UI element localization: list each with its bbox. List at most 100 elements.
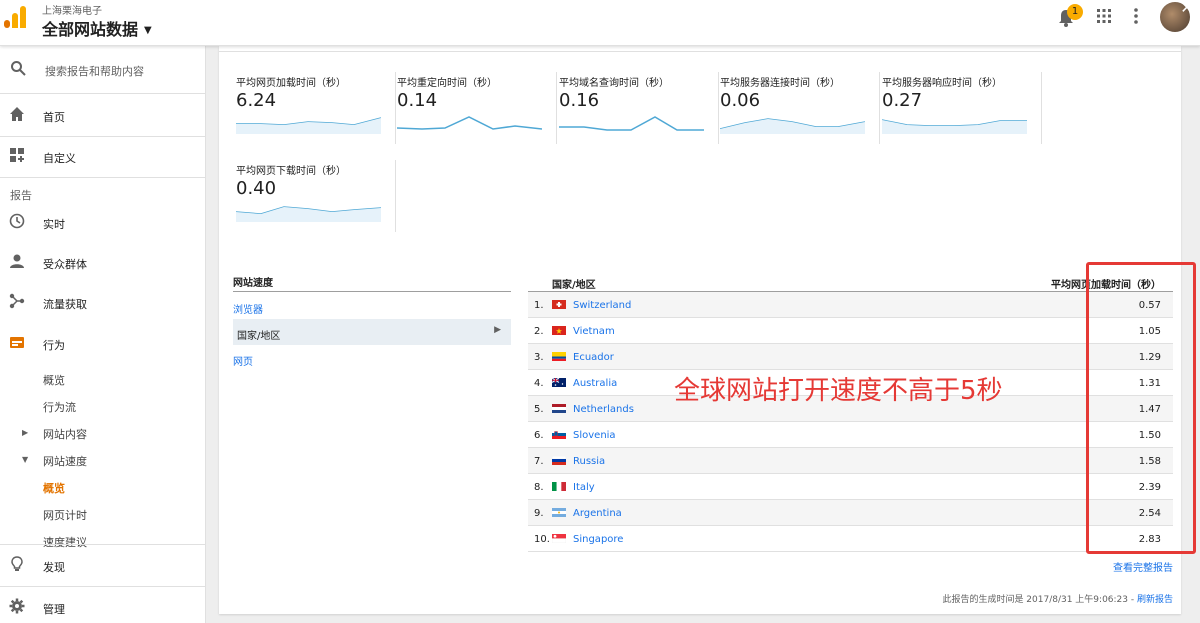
apps-grid-icon[interactable] bbox=[1092, 8, 1116, 29]
sidebar-sub-behavior-overview[interactable]: 概览 bbox=[43, 372, 65, 388]
dimension-label: 国家/地区 bbox=[237, 331, 281, 342]
metric-label: 平均服务器响应时间（秒） bbox=[882, 78, 1002, 89]
country-link[interactable]: Italy bbox=[573, 482, 595, 493]
metric-avg-page-load[interactable]: 平均网页加载时间（秒） 6.24 bbox=[236, 72, 396, 144]
sidebar-sub-behavior-flow[interactable]: 行为流 bbox=[43, 399, 76, 415]
country-link[interactable]: Switzerland bbox=[573, 300, 631, 311]
metric-value: 0.06 bbox=[720, 90, 761, 111]
sidebar-item-acquisition[interactable]: 流量获取 bbox=[0, 283, 206, 323]
close-icon[interactable]: ✕ bbox=[1176, 0, 1198, 20]
country-link[interactable]: Singapore bbox=[573, 534, 623, 545]
row-rank: 1. bbox=[534, 300, 544, 311]
row-rank: 2. bbox=[534, 326, 544, 337]
property-name: 全部网站数据 bbox=[42, 20, 139, 39]
generated-time-text: 此报告的生成时间是 2017/8/31 上午9:06:23 - bbox=[942, 595, 1137, 605]
argentina-flag-icon bbox=[552, 508, 566, 517]
metric-sparkline bbox=[236, 117, 381, 134]
sidebar-divider bbox=[0, 586, 206, 587]
sidebar-sub-page-timings[interactable]: 网页计时 bbox=[43, 507, 87, 523]
sidebar-item-label: 管理 bbox=[43, 603, 65, 616]
row-rank: 3. bbox=[534, 352, 544, 363]
sidebar-item-behavior[interactable]: 行为 bbox=[0, 324, 206, 364]
sidebar-sub-speed-overview[interactable]: 概览 bbox=[43, 480, 65, 496]
metric-avg-server-connect[interactable]: 平均服务器连接时间（秒） 0.06 bbox=[720, 72, 880, 144]
country-link[interactable]: Australia bbox=[573, 378, 617, 389]
dashboard-icon bbox=[8, 147, 26, 165]
sidebar-item-audience[interactable]: 受众群体 bbox=[0, 243, 206, 283]
sidebar-item-discover[interactable]: 发现 bbox=[0, 546, 206, 586]
country-link[interactable]: Slovenia bbox=[573, 430, 616, 441]
sidebar-divider bbox=[0, 177, 206, 178]
metric-avg-server-response[interactable]: 平均服务器响应时间（秒） 0.27 bbox=[882, 72, 1042, 144]
country-table-header: 国家/地区 平均网页加载时间（秒） bbox=[528, 274, 1173, 292]
metric-label: 平均网页下载时间（秒） bbox=[236, 166, 346, 177]
report-card: 平均网页加载时间（秒） 6.24 平均重定向时间（秒） 0.14 平均域名查询时… bbox=[219, 46, 1181, 614]
top-bar: 上海栗海电子 全部网站数据 ▼ 1 ✕ bbox=[0, 0, 1200, 46]
refresh-report-link[interactable]: 刷新报告 bbox=[1137, 595, 1173, 605]
gear-icon bbox=[8, 598, 26, 616]
russia-flag-icon bbox=[552, 456, 566, 465]
metric-sparkline bbox=[397, 116, 542, 130]
metric-sparkline bbox=[882, 119, 1027, 134]
person-icon bbox=[8, 253, 26, 271]
dimension-country[interactable]: 国家/地区 ▶ bbox=[233, 319, 511, 345]
switzerland-flag-icon bbox=[552, 300, 566, 309]
column-header-country: 国家/地区 bbox=[552, 280, 596, 291]
metric-value: 0.27 bbox=[882, 90, 923, 111]
country-link[interactable]: Netherlands bbox=[573, 404, 634, 415]
vietnam-flag-icon bbox=[552, 326, 566, 335]
lightbulb-icon bbox=[8, 556, 26, 574]
metric-value: 0.14 bbox=[397, 90, 438, 111]
table-row: 10. Singapore 2.83 bbox=[528, 526, 1173, 552]
country-link[interactable]: Ecuador bbox=[573, 352, 614, 363]
metric-avg-page-download[interactable]: 平均网页下载时间（秒） 0.40 bbox=[236, 160, 396, 232]
sidebar-sub-site-speed[interactable]: 网站速度 bbox=[43, 453, 87, 469]
metric-sparkline bbox=[236, 206, 381, 222]
sidebar-item-realtime[interactable]: 实时 bbox=[0, 203, 206, 243]
row-rank: 10. bbox=[534, 534, 550, 545]
notification-badge: 1 bbox=[1067, 4, 1083, 20]
table-row: 7. Russia 1.58 bbox=[528, 448, 1173, 474]
metric-sparkline bbox=[720, 118, 865, 134]
country-link[interactable]: Argentina bbox=[573, 508, 622, 519]
header-text: 网站速度 bbox=[233, 278, 273, 289]
arrow-right-icon: ▶ bbox=[494, 325, 501, 335]
country-link[interactable]: Vietnam bbox=[573, 326, 615, 337]
search-placeholder: 搜索报告和帮助内容 bbox=[45, 65, 144, 78]
sidebar: 搜索报告和帮助内容 首页 自定义 报告 实时 受众群体 流量获取 行为 概览 行… bbox=[0, 46, 206, 623]
metric-avg-dns[interactable]: 平均域名查询时间（秒） 0.16 bbox=[559, 72, 719, 144]
dimension-label: 网页 bbox=[233, 357, 253, 368]
behavior-icon bbox=[8, 334, 26, 352]
sidebar-search[interactable]: 搜索报告和帮助内容 bbox=[0, 46, 206, 94]
sidebar-item-label: 受众群体 bbox=[43, 258, 87, 271]
sidebar-item-admin[interactable]: 管理 bbox=[0, 588, 206, 623]
metric-avg-redirect[interactable]: 平均重定向时间（秒） 0.14 bbox=[397, 72, 557, 144]
red-highlight-box bbox=[1086, 262, 1196, 554]
reports-section-label: 报告 bbox=[10, 189, 32, 202]
sidebar-item-label: 发现 bbox=[43, 561, 65, 574]
sidebar-divider bbox=[0, 544, 206, 545]
more-vert-icon[interactable] bbox=[1124, 8, 1148, 29]
dimension-browser[interactable]: 浏览器 bbox=[233, 293, 511, 319]
dimension-page[interactable]: 网页 bbox=[233, 345, 511, 371]
metric-value: 0.16 bbox=[559, 90, 600, 111]
sidebar-sub-site-content[interactable]: 网站内容 bbox=[43, 426, 87, 442]
property-selector[interactable]: 全部网站数据 ▼ bbox=[42, 16, 152, 40]
table-row: 2. Vietnam 1.05 bbox=[528, 318, 1173, 344]
sidebar-item-customize[interactable]: 自定义 bbox=[0, 137, 206, 177]
expand-right-icon[interactable]: ▶ bbox=[22, 428, 28, 437]
sidebar-item-label: 首页 bbox=[43, 111, 65, 124]
sidebar-item-home[interactable]: 首页 bbox=[0, 96, 206, 136]
sidebar-item-label: 流量获取 bbox=[43, 298, 87, 311]
table-row: 3. Ecuador 1.29 bbox=[528, 344, 1173, 370]
country-link[interactable]: Russia bbox=[573, 456, 605, 467]
view-full-report-link[interactable]: 查看完整报告 bbox=[1113, 559, 1173, 574]
analytics-logo-icon[interactable] bbox=[4, 6, 26, 28]
row-rank: 4. bbox=[534, 378, 544, 389]
metric-label: 平均重定向时间（秒） bbox=[397, 78, 497, 89]
australia-flag-icon bbox=[552, 378, 566, 387]
row-rank: 6. bbox=[534, 430, 544, 441]
red-annotation-text: 全球网站打开速度不高于5秒 bbox=[674, 376, 1003, 406]
sidebar-item-label: 自定义 bbox=[43, 152, 76, 165]
expand-down-icon[interactable]: ▼ bbox=[22, 455, 28, 464]
